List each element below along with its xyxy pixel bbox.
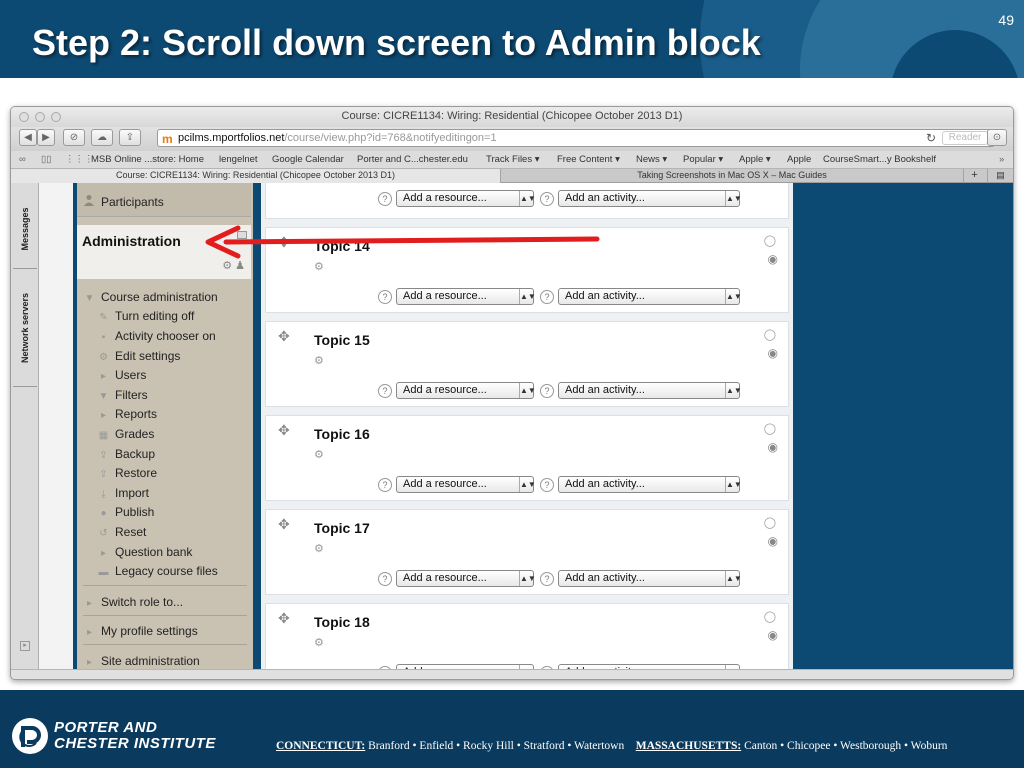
ma-label: MASSACHUSETTS:: [635, 740, 742, 752]
ma-cities: Canton • Chicopee • Westborough • Woburn: [744, 740, 948, 752]
pci-logo-icon: [12, 718, 48, 754]
ct-label: CONNECTICUT:: [276, 740, 366, 752]
campus-list: CONNECTICUT: Branford • Enfield • Rocky …: [276, 740, 947, 752]
pci-logo-mark: [13, 719, 47, 753]
institute-name: PORTER AND CHESTER INSTITUTE: [54, 720, 216, 752]
institute-name-line2: CHESTER INSTITUTE: [54, 735, 216, 752]
institute-name-line1: PORTER AND: [54, 719, 158, 736]
ct-cities: Branford • Enfield • Rocky Hill • Stratf…: [368, 740, 625, 752]
arrow-shaft: [223, 236, 600, 245]
annotation-arrow: [205, 225, 600, 259]
